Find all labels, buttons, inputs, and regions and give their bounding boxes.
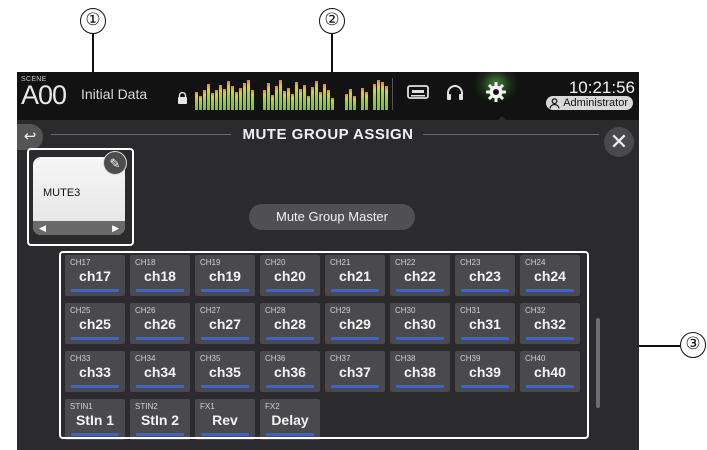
highlight-box-3 — [59, 251, 589, 439]
back-button[interactable]: ↩ — [17, 124, 43, 150]
close-button[interactable]: ✕ — [604, 127, 634, 157]
user-name: Administrator — [563, 97, 628, 109]
channel-meters-3 — [345, 78, 393, 110]
highlight-box-1 — [27, 148, 134, 246]
header-line-right — [423, 134, 599, 135]
user-icon — [549, 97, 560, 109]
channel-meters-2 — [263, 78, 339, 110]
channel-meters-1 — [195, 78, 257, 110]
scrollbar[interactable] — [596, 318, 600, 408]
recorder-icon[interactable] — [407, 84, 429, 100]
lock-icon[interactable] — [177, 92, 188, 104]
page-header: MUTE GROUP ASSIGN ↩ — [17, 120, 639, 150]
scene-name[interactable]: Initial Data — [81, 86, 147, 102]
gear-icon[interactable] — [486, 82, 506, 102]
callout-3: ③ — [680, 332, 706, 358]
scene-number[interactable]: A00 — [21, 80, 67, 111]
callout-2: ② — [319, 8, 345, 34]
top-bar: SCENE A00 Initial Data 10:21:56 Administ… — [17, 72, 639, 121]
mute-group-master-button[interactable]: Mute Group Master — [249, 204, 415, 230]
headphones-icon[interactable] — [446, 84, 464, 102]
user-badge[interactable]: Administrator — [546, 96, 633, 110]
toolbar-separator — [392, 78, 393, 110]
callout-1: ① — [80, 8, 106, 34]
clock: 10:21:56 — [568, 78, 635, 97]
